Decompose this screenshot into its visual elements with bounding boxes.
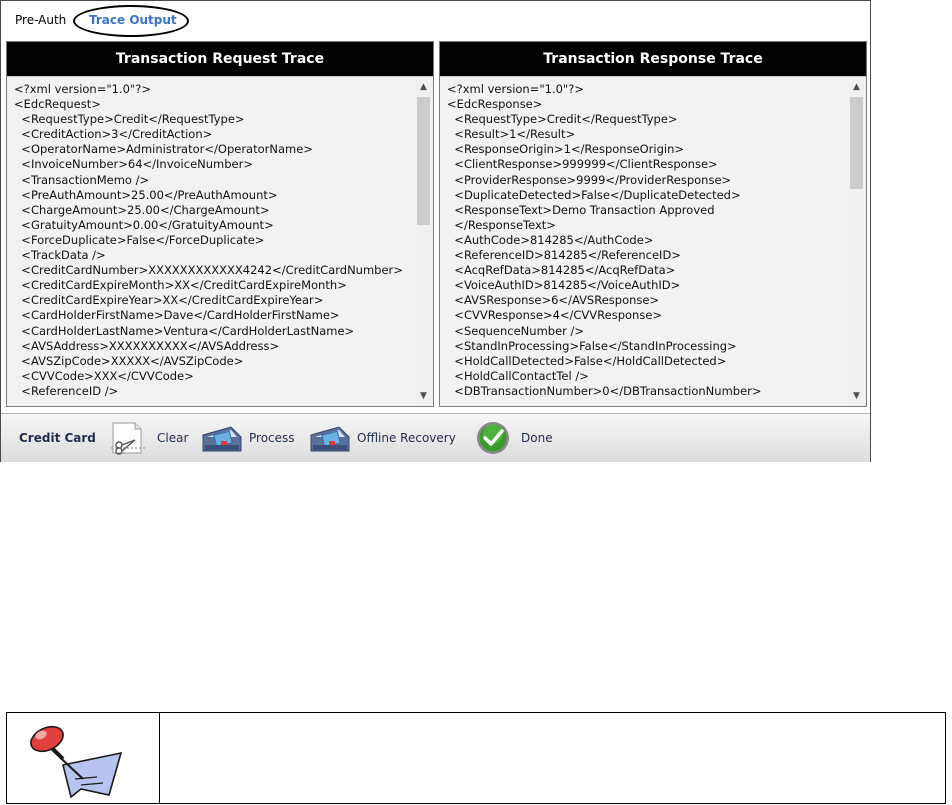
response-trace-text[interactable]: <?xml version="1.0"?> <EdcResponse> <Req… [447, 82, 846, 406]
scissors-icon [111, 422, 145, 455]
request-trace-body[interactable]: <?xml version="1.0"?> <EdcRequest> <Requ… [7, 76, 433, 406]
checkmark-icon [477, 422, 509, 454]
response-trace-panel: Transaction Response Trace <?xml version… [439, 41, 867, 407]
response-scrollbar[interactable]: ▲ ▼ [849, 79, 864, 404]
note-divider [159, 713, 160, 803]
note-box [6, 712, 946, 804]
clear-button-label[interactable]: Clear [157, 431, 188, 445]
request-trace-panel: Transaction Request Trace <?xml version=… [6, 41, 434, 407]
offline-recovery-button[interactable]: Offline Recovery [309, 414, 456, 462]
request-scrollbar[interactable]: ▲ ▼ [416, 79, 431, 404]
card-swipe-icon [310, 426, 350, 452]
request-trace-text[interactable]: <?xml version="1.0"?> <EdcRequest> <Requ… [14, 82, 413, 406]
clear-button[interactable]: Clear [109, 414, 188, 462]
request-trace-title: Transaction Request Trace [7, 42, 433, 76]
trace-window: Pre-Auth Trace Output Transaction Reques… [0, 0, 871, 462]
tab-pre-auth[interactable]: Pre-Auth [15, 13, 66, 27]
process-button-label[interactable]: Process [249, 431, 295, 445]
scroll-down-icon[interactable]: ▼ [849, 388, 864, 404]
done-button[interactable]: Done [475, 414, 553, 462]
process-button[interactable]: Process [201, 414, 295, 462]
card-swipe-icon [202, 426, 242, 452]
response-trace-title: Transaction Response Trace [440, 42, 866, 76]
pushpin-note-icon [25, 719, 145, 799]
toolbar-title: Credit Card [19, 431, 96, 445]
tab-bar: Pre-Auth Trace Output [1, 1, 870, 39]
scroll-down-icon[interactable]: ▼ [416, 388, 431, 404]
tab-trace-output[interactable]: Trace Output [89, 13, 177, 27]
done-button-label[interactable]: Done [521, 431, 553, 445]
scroll-up-icon[interactable]: ▲ [416, 79, 431, 95]
response-trace-body[interactable]: <?xml version="1.0"?> <EdcResponse> <Req… [440, 76, 866, 406]
action-toolbar: Credit Card Clear Process Offline Recove… [1, 413, 870, 462]
scroll-thumb[interactable] [417, 97, 430, 225]
scroll-up-icon[interactable]: ▲ [849, 79, 864, 95]
offline-recovery-button-label[interactable]: Offline Recovery [357, 431, 456, 445]
scroll-thumb[interactable] [850, 97, 863, 189]
